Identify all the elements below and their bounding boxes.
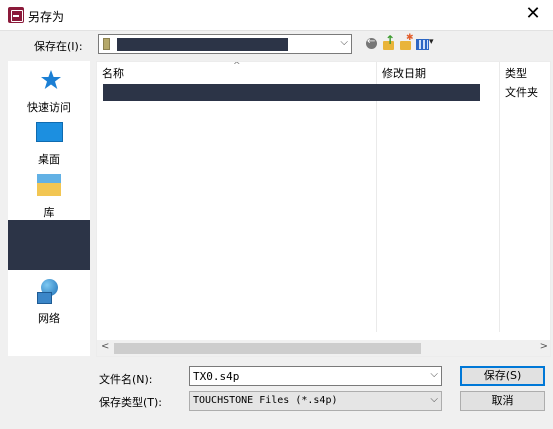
row-type: 文件夹 [505,86,538,99]
scroll-left-icon[interactable]: < [101,341,109,352]
places-bar: 快速访问 桌面 库 网络 [8,61,90,356]
file-type-select[interactable]: TOUCHSTONE Files (*.s4p) ⌵ [189,391,442,411]
chevron-down-icon[interactable]: ⌵ [430,394,438,405]
desktop-icon [36,122,63,142]
up-folder-icon[interactable] [381,33,397,52]
file-list[interactable]: 名称 ^ 修改日期 类型 文件夹 < > [96,61,551,357]
place-label: 网络 [38,312,60,325]
column-header: 名称 ^ 修改日期 类型 [97,61,550,81]
star-icon [41,70,61,89]
dialog-body: 保存在(I): ⌵ 快速访问 桌面 库 网络 [0,30,553,429]
folder-icon [103,38,110,50]
back-icon[interactable] [364,36,380,52]
column-divider[interactable] [499,62,500,332]
new-folder-icon[interactable] [398,33,414,52]
window-title: 另存为 [28,10,65,24]
view-menu-icon[interactable] [415,36,437,52]
library-icon [37,174,61,196]
column-date-modified[interactable]: 修改日期 [382,65,426,81]
file-name-value: TX0.s4p [193,370,240,383]
redacted-path [117,38,288,51]
save-in-combo[interactable]: ⌵ [98,34,352,54]
save-button[interactable]: 保存(S) [460,366,545,386]
file-name-input[interactable]: TX0.s4p ⌵ [189,366,442,386]
chevron-down-icon[interactable]: ⌵ [340,37,348,48]
place-label: 库 [43,206,55,219]
place-libraries[interactable]: 库 [8,171,90,223]
column-divider[interactable] [376,62,377,332]
save-in-label: 保存在(I): [34,40,83,53]
scroll-right-icon[interactable]: > [540,341,548,352]
place-desktop[interactable]: 桌面 [8,118,90,170]
sort-caret-icon: ^ [233,61,241,71]
file-type-label: 保存类型(T): [99,396,163,409]
close-icon[interactable]: ✕ [513,0,553,30]
place-network[interactable]: 网络 [8,277,90,329]
place-label: 桌面 [38,153,60,166]
horizontal-scrollbar[interactable]: < > [97,340,550,356]
chevron-down-icon[interactable]: ⌵ [430,369,438,380]
network-icon [37,279,61,304]
file-type-value: TOUCHSTONE Files (*.s4p) [193,395,338,406]
cancel-button[interactable]: 取消 [460,391,545,411]
place-redacted[interactable] [8,220,90,270]
title-bar: 另存为 ✕ [0,0,553,30]
column-type[interactable]: 类型 [505,65,527,81]
place-label: 快速访问 [27,101,71,114]
file-name-label: 文件名(N): [99,373,153,386]
app-icon [8,7,24,23]
scroll-thumb[interactable] [114,343,421,354]
place-quick-access[interactable]: 快速访问 [8,66,90,118]
redacted-row-name[interactable] [103,84,480,101]
column-name[interactable]: 名称 [102,65,124,81]
